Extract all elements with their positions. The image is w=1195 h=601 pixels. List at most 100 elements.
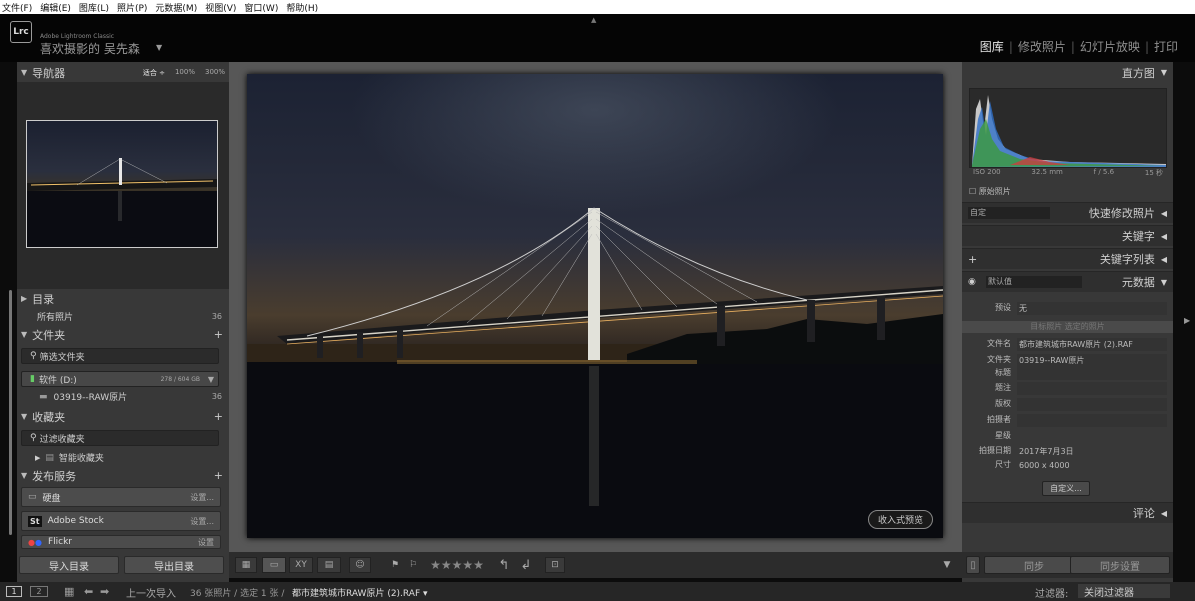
keyword-list-header[interactable]: + 关键字列表 ◀ [962,248,1173,269]
sync-button[interactable]: 同步 [984,556,1084,574]
zoom-100[interactable]: 100% [175,68,195,78]
rating-value[interactable] [1017,430,1167,443]
rotate-left-icon[interactable]: ↰ [495,557,513,573]
dimensions-value: 6000 x 4000 [1019,461,1070,470]
people-view-icon[interactable]: ☺ [349,557,371,573]
publish-services-header[interactable]: ▼ 发布服务 + [17,467,229,484]
secondary-display-button[interactable]: 2 [30,586,48,597]
histogram-title: 直方图 [1121,66,1155,80]
add-keyword-icon[interactable]: + [968,253,977,266]
rotate-right-icon[interactable]: ↲ [517,557,535,573]
preset-value[interactable]: 无 [1017,302,1167,315]
caption-value[interactable] [1017,382,1167,395]
sync-settings-button[interactable]: 同步设置 [1070,556,1170,574]
compare-view-icon[interactable]: XY [289,557,313,573]
add-publish-icon[interactable]: + [214,469,223,482]
flag-pick-icon[interactable]: ⚑ [386,557,404,573]
folders-header[interactable]: ▼ 文件夹 + [17,326,229,343]
histogram-header[interactable]: 直方图 ▼ [962,62,1173,83]
harddrive-settings[interactable]: 设置... [190,492,214,503]
original-photo-toggle[interactable]: ☐ 原始照片 [969,186,1174,197]
capture-date-value[interactable]: 2017年7月3日 [1017,445,1167,458]
adobe-stock-settings[interactable]: 设置... [190,516,214,527]
add-collection-icon[interactable]: + [214,410,223,423]
volume-collapse-icon[interactable]: ▼ [208,375,214,384]
crop-overlay-icon[interactable]: ⊡ [545,557,565,573]
publish-adobe-stock[interactable]: St Adobe Stock 设置... [21,511,221,531]
main-photo[interactable] [247,74,943,538]
menu-item[interactable]: 编辑(E) [40,1,71,14]
loupe-preview-button[interactable]: 收入式预览 [868,510,933,529]
navigator-thumbnail[interactable] [26,120,218,248]
metadata-header[interactable]: ◉ 默认值 元数据 ▼ [962,271,1173,292]
navigator-header[interactable]: ▼ 导航器 适合 ÷ 100% 300% [17,64,229,81]
module-slideshow[interactable]: 幻灯片放映 [1075,38,1145,55]
filter-select[interactable]: 关闭过滤器 [1078,584,1170,599]
export-catalog-button[interactable]: 导出目录 [124,556,224,574]
creator-value[interactable] [1017,414,1167,427]
filename-value[interactable]: 都市建筑城市RAW原片 (2).RAF [1017,338,1167,351]
navigator-bridge-image [27,158,217,247]
metadata-preset-select[interactable]: 默认值 [986,276,1082,288]
top-panel-toggle-icon[interactable]: ▲ [591,16,596,24]
left-panel: ▼ 导航器 适合 ÷ 100% 300% ▶ 目录 所有照片 36 ▼ 文件夹 + ⚲… [17,62,229,582]
publish-flickr[interactable]: ●● Flickr 设置 [21,535,221,549]
auto-sync-switch[interactable]: ▯ [966,556,980,574]
grid-icon[interactable]: ▦ [64,585,74,598]
copyright-value[interactable] [1017,398,1167,411]
current-filename[interactable]: 都市建筑城市RAW原片 (2).RAF ▾ [292,586,428,599]
catalog-header[interactable]: ▶ 目录 [17,290,229,307]
collections-title: 收藏夹 [32,410,66,424]
primary-display-button[interactable]: 1 [6,586,22,597]
collections-header[interactable]: ▼ 收藏夹 + [17,408,229,425]
menu-item[interactable]: 元数据(M) [155,1,197,14]
comments-header[interactable]: 评论 ◀ [962,502,1173,523]
publish-title: 发布服务 [32,469,77,483]
back-arrow-icon[interactable]: ⬅ [84,585,93,598]
star-rating[interactable]: ★★★★★ [427,557,487,573]
toolbar-menu-icon[interactable]: ▼ [939,557,955,573]
right-panel-toggle-icon[interactable]: ▶ [1184,316,1190,325]
publish-harddrive[interactable]: ▭ 硬盘 设置... [21,487,221,507]
menu-item[interactable]: 视图(V) [205,1,236,14]
grid-view-icon[interactable]: ▦ [235,557,257,573]
folder-value[interactable]: 03919--RAW原片 [1017,354,1167,367]
keywords-header[interactable]: 关键字 ◀ [962,225,1173,246]
menu-item[interactable]: 文件(F) [2,1,32,14]
identity-dropdown-icon[interactable]: ▼ [156,43,162,52]
source-label[interactable]: 上一次导入 [126,585,176,600]
folder-filter-input[interactable]: ⚲ 筛选文件夹 [21,348,219,364]
menu-item[interactable]: 窗口(W) [244,1,278,14]
module-library[interactable]: 图库 [975,38,1009,55]
survey-view-icon[interactable]: ▤ [317,557,341,573]
add-folder-icon[interactable]: + [214,328,223,341]
menu-item[interactable]: 图库(L) [79,1,109,14]
customize-button[interactable]: 自定义... [1042,481,1090,496]
collection-filter-input[interactable]: ⚲ 过滤收藏夹 [21,430,219,446]
forward-arrow-icon[interactable]: ➡ [100,585,109,598]
title-value[interactable] [1017,367,1167,380]
collapse-icon: ▼ [21,471,28,480]
catalog-all-photos[interactable]: 所有照片 36 [21,310,226,323]
quick-develop-header[interactable]: 自定 快速修改照片 ◀ [962,202,1173,223]
zoom-300[interactable]: 300% [205,68,225,78]
expand-icon: ◀ [1160,508,1167,518]
smart-collections-item[interactable]: ▶ ▤ 智能收藏夹 [21,451,226,465]
module-print[interactable]: 打印 [1149,38,1183,55]
menu-item[interactable]: 照片(P) [117,1,147,14]
module-develop[interactable]: 修改照片 [1013,38,1071,55]
loupe-view-icon[interactable]: ▭ [262,557,286,573]
menu-item[interactable]: 帮助(H) [286,1,318,14]
import-catalog-button[interactable]: 导入目录 [19,556,119,574]
target-selection-tabs[interactable]: 目标照片 选定的照片 [962,321,1173,333]
volume-item[interactable]: ▮ 软件 (D:) 278 / 604 GB ▼ [21,371,219,387]
flag-reject-icon[interactable]: ⚐ [404,557,422,573]
quick-preset-select[interactable]: 自定 [968,207,1050,219]
app-logo: Lrc [10,21,32,43]
flickr-settings[interactable]: 设置 [198,537,214,548]
histogram-chart [969,88,1167,168]
left-panel-scrollbar[interactable] [9,290,12,535]
collapse-icon: ▼ [21,68,28,77]
folder-item[interactable]: ▬ 03919--RAW原片 36 [21,390,226,404]
zoom-fit[interactable]: 适合 ÷ [143,68,165,78]
